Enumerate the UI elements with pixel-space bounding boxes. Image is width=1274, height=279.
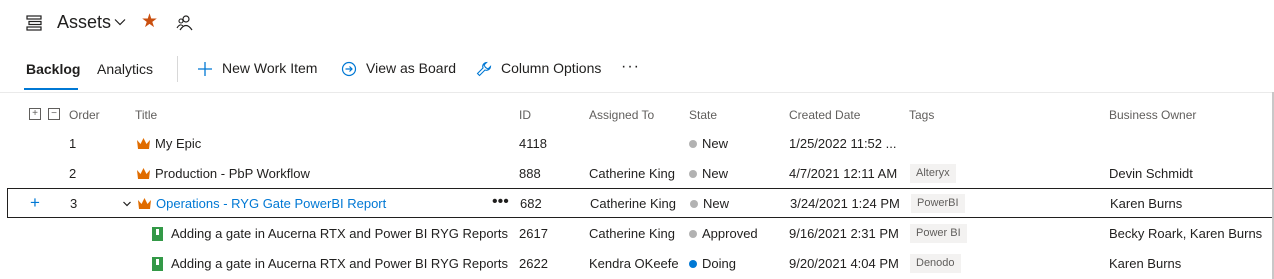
people-icon[interactable]: [176, 14, 194, 32]
chevron-down-icon[interactable]: [122, 199, 132, 209]
row-order: 2: [69, 166, 77, 181]
state-dot: [689, 260, 697, 268]
arrow-circle-icon: [341, 61, 357, 77]
col-header-tags[interactable]: Tags: [909, 108, 934, 122]
row-created-date: 9/20/2021 4:04 PM: [789, 256, 899, 271]
row-created-date: 9/16/2021 2:31 PM: [789, 226, 899, 241]
col-header-assigned-to[interactable]: Assigned To: [589, 108, 654, 122]
row-id: 888: [519, 166, 541, 181]
backlog-icon: [26, 15, 42, 31]
row-state[interactable]: Doing: [702, 256, 736, 271]
row-business-owner: Becky Roark, Karen Burns: [1109, 226, 1263, 241]
chevron-down-icon[interactable]: [114, 16, 126, 28]
table-row[interactable]: 1 My Epic 4118 New 1/25/2022 11:52 ...: [0, 129, 1274, 159]
star-icon[interactable]: ★: [141, 12, 158, 32]
row-more-icon[interactable]: •••: [492, 193, 509, 211]
row-id: 4118: [519, 136, 547, 151]
new-work-item-label: New Work Item: [222, 60, 318, 76]
row-id: 682: [520, 196, 542, 211]
divider: [0, 92, 1274, 93]
col-header-title[interactable]: Title: [135, 108, 157, 122]
col-header-business-owner[interactable]: Business Owner: [1109, 108, 1196, 122]
row-business-owner: Karen Burns: [1109, 256, 1182, 271]
row-order: 3: [70, 196, 78, 211]
row-business-owner: Devin Schmidt: [1109, 166, 1193, 181]
page-header: Assets ★: [0, 0, 1274, 46]
row-state[interactable]: New: [703, 196, 729, 211]
col-header-state[interactable]: State: [689, 108, 717, 122]
state-dot: [689, 230, 697, 238]
active-tab-indicator: [24, 88, 78, 90]
more-options-icon[interactable]: ···: [621, 58, 640, 76]
row-assigned-to[interactable]: Catherine King: [589, 166, 675, 181]
row-business-owner: Karen Burns: [1110, 196, 1183, 211]
tab-backlog[interactable]: Backlog: [26, 61, 80, 77]
row-created-date: 4/7/2021 12:11 AM: [789, 166, 898, 181]
table-row[interactable]: 2 Production - PbP Workflow 888 Catherin…: [0, 159, 1274, 189]
toolbar-divider: [177, 56, 178, 82]
state-dot: [689, 170, 697, 178]
row-created-date: 3/24/2021 1:24 PM: [790, 196, 900, 211]
row-assigned-to[interactable]: Catherine King: [589, 226, 675, 241]
table-row-selected[interactable]: + 3 Operations - RYG Gate PowerBI Report…: [7, 188, 1274, 218]
tab-analytics[interactable]: Analytics: [97, 61, 153, 77]
row-title[interactable]: My Epic: [155, 136, 201, 151]
epic-icon: [137, 168, 150, 179]
row-state[interactable]: New: [702, 166, 728, 181]
col-header-order[interactable]: Order: [69, 108, 100, 122]
row-title[interactable]: Adding a gate in Aucerna RTX and Power B…: [171, 256, 508, 271]
state-dot: [690, 200, 698, 208]
row-state[interactable]: Approved: [702, 226, 758, 241]
row-id: 2617: [519, 226, 548, 241]
plus-icon: [198, 62, 212, 76]
table-row[interactable]: Adding a gate in Aucerna RTX and Power B…: [0, 219, 1274, 249]
row-title[interactable]: Adding a gate in Aucerna RTX and Power B…: [171, 226, 508, 241]
user-story-icon: [152, 257, 163, 271]
add-child-icon[interactable]: +: [30, 194, 40, 211]
view-as-board-label: View as Board: [366, 60, 457, 76]
page-title[interactable]: Assets: [57, 12, 111, 33]
expand-all-icon[interactable]: +: [29, 108, 41, 120]
epic-icon: [137, 138, 150, 149]
table-row[interactable]: Adding a gate in Aucerna RTX and Power B…: [0, 249, 1274, 279]
tag-badge[interactable]: Denodo: [910, 254, 961, 273]
row-assigned-to[interactable]: Catherine King: [590, 196, 676, 211]
row-id: 2622: [519, 256, 548, 271]
wrench-icon: [476, 61, 492, 77]
col-header-created-date[interactable]: Created Date: [789, 108, 860, 122]
tag-badge[interactable]: Alteryx: [910, 164, 956, 183]
tag-badge[interactable]: PowerBI: [911, 194, 965, 213]
user-story-icon: [152, 227, 163, 241]
col-header-id[interactable]: ID: [519, 108, 531, 122]
row-title[interactable]: Production - PbP Workflow: [155, 166, 310, 181]
row-created-date: 1/25/2022 11:52 ...: [789, 136, 897, 151]
row-title[interactable]: Operations - RYG Gate PowerBI Report: [156, 196, 386, 211]
row-state[interactable]: New: [702, 136, 728, 151]
epic-icon: [138, 198, 151, 209]
toolbar: Backlog Analytics New Work Item View as …: [0, 50, 1274, 90]
row-assigned-to[interactable]: Kendra OKeefe: [589, 256, 679, 271]
tag-badge[interactable]: Power BI: [910, 224, 967, 243]
row-order: 1: [69, 136, 77, 151]
collapse-all-icon[interactable]: −: [48, 108, 60, 120]
column-options-label: Column Options: [501, 60, 602, 76]
state-dot: [689, 140, 697, 148]
